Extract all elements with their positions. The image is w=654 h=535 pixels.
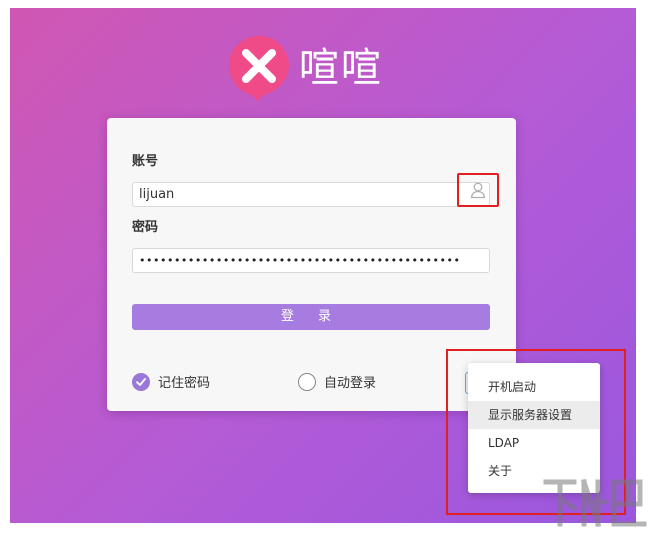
brand: 喧喧 (227, 34, 383, 102)
account-input[interactable]: lijuan (132, 182, 490, 207)
login-button[interactable]: 登 录 (132, 304, 490, 330)
menu-item-startup[interactable]: 开机启动 (468, 373, 600, 401)
password-label: 密码 (132, 220, 159, 235)
check-icon (132, 372, 150, 391)
login-card: 账号 lijuan 密码 •••••••••••••••••••••••••••… (107, 118, 516, 411)
switch-user-button[interactable] (457, 173, 499, 207)
radio-unchecked-icon (298, 372, 316, 391)
password-input[interactable]: ••••••••••••••••••••••••••••••••••••••••… (132, 248, 490, 273)
menu-item-ldap[interactable]: LDAP (468, 429, 600, 457)
x-chat-bubble-icon (227, 34, 291, 102)
account-label: 账号 (132, 154, 159, 169)
auto-login-checkbox[interactable]: 自动登录 (298, 372, 376, 391)
user-icon (470, 182, 486, 199)
remember-password-label: 记住密码 (158, 376, 211, 391)
remember-password-checkbox[interactable]: 记住密码 (132, 372, 210, 391)
auto-login-label: 自动登录 (324, 376, 377, 391)
menu-item-server-settings[interactable]: 显示服务器设置 (468, 401, 600, 429)
app-name: 喧喧 (299, 45, 383, 91)
xiazaiba-watermark (540, 474, 650, 532)
